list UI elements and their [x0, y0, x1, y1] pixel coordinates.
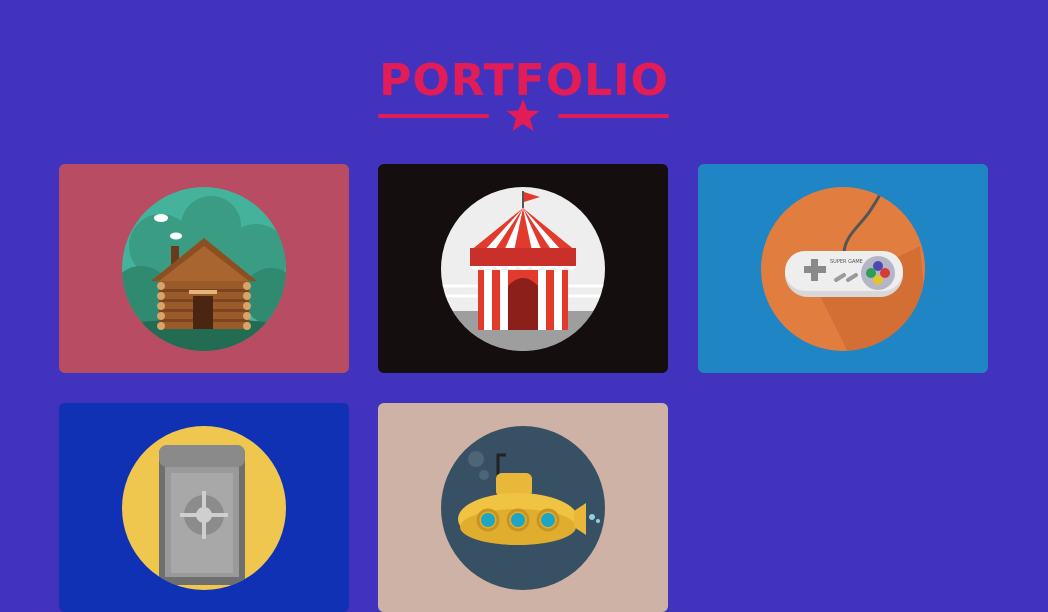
cabin-icon — [122, 187, 286, 351]
circus-tent-icon — [441, 187, 605, 351]
portfolio-item-safe[interactable] — [59, 403, 349, 612]
divider-line-right — [558, 114, 669, 118]
svg-text:SUPER GAME: SUPER GAME — [830, 259, 863, 265]
portfolio-item-circus-tent[interactable] — [378, 164, 668, 373]
divider-line-left — [378, 114, 489, 118]
portfolio-item-game-controller[interactable]: SUPER GAME — [698, 164, 988, 373]
game-controller-icon: SUPER GAME — [761, 187, 925, 351]
star-icon — [506, 99, 540, 131]
portfolio-item-submarine[interactable] — [378, 403, 668, 612]
portfolio-item-log-cabin[interactable] — [59, 164, 349, 373]
submarine-icon — [441, 426, 605, 590]
safe-icon — [122, 426, 286, 590]
title-divider — [378, 96, 670, 136]
